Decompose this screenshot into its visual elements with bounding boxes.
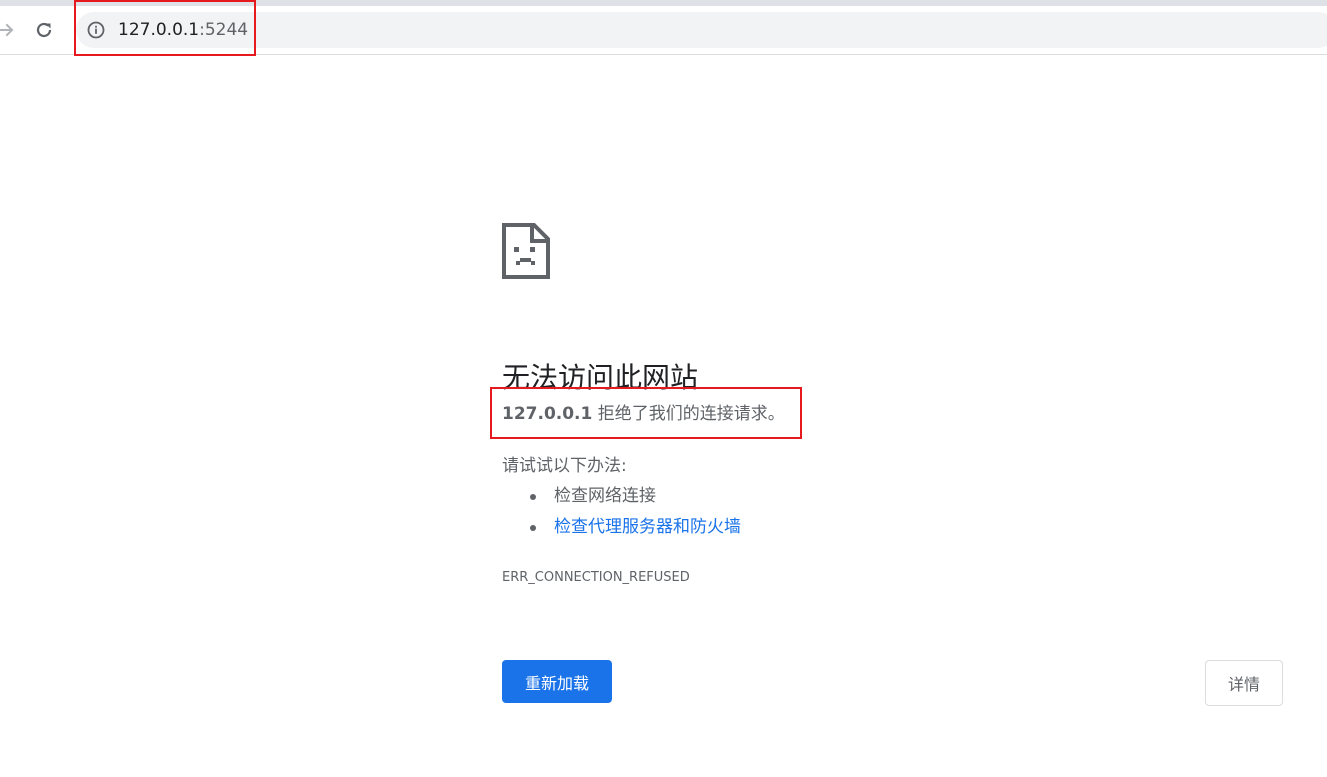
reload-icon[interactable] (32, 18, 56, 42)
error-message: 拒绝了我们的连接请求。 (592, 404, 785, 424)
suggestion-text: 检查网络连接 (554, 486, 656, 506)
bullet-icon (530, 525, 536, 531)
forward-icon[interactable] (0, 18, 18, 42)
try-heading: 请试试以下办法: (502, 456, 627, 476)
url-port: :5244 (199, 20, 249, 40)
error-host: 127.0.0.1 (502, 404, 593, 424)
info-icon[interactable] (86, 20, 106, 40)
error-title: 无法访问此网站 (502, 360, 699, 394)
error-description: 127.0.0.1 拒绝了我们的连接请求。 (502, 402, 785, 426)
error-code: ERR_CONNECTION_REFUSED (502, 570, 690, 585)
sad-page-icon (502, 223, 550, 279)
details-button[interactable]: 详情 (1205, 660, 1283, 706)
address-bar[interactable]: 127.0.0.1:5244 (76, 12, 1327, 48)
suggestion-link-proxy-firewall[interactable]: 检查代理服务器和防火墙 (554, 515, 741, 539)
url-host: 127.0.0.1 (118, 20, 200, 40)
url-text: 127.0.0.1:5244 (118, 20, 248, 40)
reload-button[interactable]: 重新加载 (502, 660, 612, 703)
bullet-icon (530, 494, 536, 500)
browser-toolbar: 127.0.0.1:5244 (0, 6, 1327, 55)
